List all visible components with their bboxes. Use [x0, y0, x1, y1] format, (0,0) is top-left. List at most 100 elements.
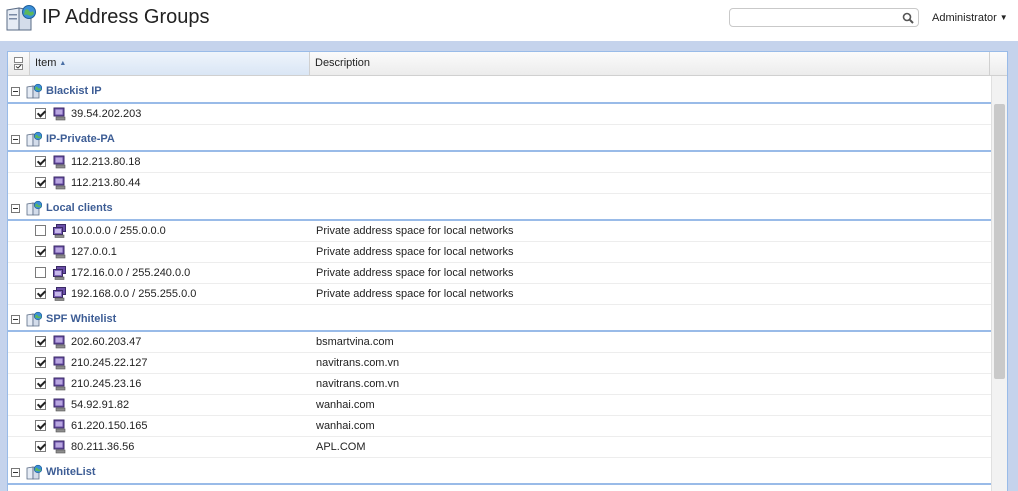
enabled-checkbox[interactable]	[35, 399, 46, 410]
ip-groups-grid: Item ▲ Description Blackist IP 39.54.202.2…	[7, 51, 1008, 491]
network-icon	[53, 287, 67, 301]
enabled-checkbox[interactable]	[35, 357, 46, 368]
column-header-description-label: Description	[315, 57, 371, 69]
computer-icon	[53, 155, 67, 169]
row-item: 112.213.80.18	[71, 156, 141, 168]
row-item: 127.0.0.1	[71, 246, 117, 258]
column-header-spacer	[990, 52, 1007, 75]
select-column-icon	[14, 57, 23, 70]
computer-icon	[53, 335, 67, 349]
enabled-checkbox[interactable]	[35, 378, 46, 389]
sort-ascending-icon: ▲	[59, 60, 67, 67]
table-row[interactable]: 127.0.0.1 Private address space for local…	[8, 242, 991, 263]
group-row[interactable]: Local clients	[8, 194, 991, 221]
vertical-scrollbar[interactable]	[991, 76, 1007, 491]
row-description: APL.COM	[316, 441, 366, 453]
ip-groups-book-icon	[6, 5, 36, 31]
computer-icon	[53, 356, 67, 370]
table-row[interactable]: 112.213.80.44	[8, 173, 991, 194]
row-description: wanhai.com	[316, 399, 375, 411]
table-row[interactable]: 202.60.203.47 bsmartvina.com	[8, 332, 991, 353]
chevron-down-icon: ▼	[999, 13, 1008, 22]
collapse-toggle-icon[interactable]	[11, 468, 20, 477]
enabled-checkbox[interactable]	[35, 156, 46, 167]
grid-rows: Blackist IP 39.54.202.203 IP-Private-PA 112…	[8, 77, 991, 485]
enabled-checkbox[interactable]	[35, 267, 46, 278]
ip-group-icon	[26, 200, 43, 216]
collapse-toggle-icon[interactable]	[11, 135, 20, 144]
computer-icon	[53, 419, 67, 433]
search-icon[interactable]	[902, 12, 914, 24]
row-item: 210.245.22.127	[71, 357, 148, 369]
ip-group-icon	[26, 83, 43, 99]
row-description: wanhai.com	[316, 420, 375, 432]
group-label[interactable]: Blackist IP	[46, 85, 102, 97]
row-item: 192.168.0.0 / 255.255.0.0	[71, 288, 197, 300]
group-row[interactable]: IP-Private-PA	[8, 125, 991, 152]
row-item: 202.60.203.47	[71, 336, 142, 348]
table-row[interactable]: 112.213.80.18	[8, 152, 991, 173]
enabled-checkbox[interactable]	[35, 336, 46, 347]
group-label[interactable]: WhiteList	[46, 466, 96, 478]
collapse-toggle-icon[interactable]	[11, 315, 20, 324]
computer-icon	[53, 398, 67, 412]
table-row[interactable]: 210.245.23.16 navitrans.com.vn	[8, 374, 991, 395]
enabled-checkbox[interactable]	[35, 246, 46, 257]
collapse-toggle-icon[interactable]	[11, 204, 20, 213]
group-row[interactable]: Blackist IP	[8, 77, 991, 104]
table-row[interactable]: 10.0.0.0 / 255.0.0.0 Private address spac…	[8, 221, 991, 242]
table-row[interactable]: 54.92.91.82 wanhai.com	[8, 395, 991, 416]
grid-header: Item ▲ Description	[8, 52, 1007, 76]
computer-icon	[53, 377, 67, 391]
group-label[interactable]: SPF Whitelist	[46, 313, 116, 325]
enabled-checkbox[interactable]	[35, 420, 46, 431]
row-description: Private address space for local networks	[316, 225, 514, 237]
row-item: 112.213.80.44	[71, 177, 141, 189]
row-description: Private address space for local networks	[316, 288, 514, 300]
computer-icon	[53, 440, 67, 454]
page-title: IP Address Groups	[42, 6, 210, 28]
row-item: 210.245.23.16	[71, 378, 142, 390]
table-row[interactable]: 192.168.0.0 / 255.255.0.0 Private address…	[8, 284, 991, 305]
column-header-item[interactable]: Item ▲	[30, 52, 310, 75]
ip-group-icon	[26, 131, 43, 147]
row-item: 54.92.91.82	[71, 399, 130, 411]
user-menu-label: Administrator	[932, 12, 997, 24]
content-frame: Item ▲ Description Blackist IP 39.54.202.2…	[0, 41, 1018, 491]
group-row[interactable]: WhiteList	[8, 458, 991, 485]
table-row[interactable]: 210.245.22.127 navitrans.com.vn	[8, 353, 991, 374]
computer-icon	[53, 107, 67, 121]
search-input[interactable]	[729, 8, 919, 27]
column-header-select[interactable]	[8, 52, 30, 75]
row-description: Private address space for local networks	[316, 246, 514, 258]
enabled-checkbox[interactable]	[35, 288, 46, 299]
enabled-checkbox[interactable]	[35, 441, 46, 452]
row-item: 80.211.36.56	[71, 441, 135, 453]
scrollbar-thumb[interactable]	[994, 104, 1005, 379]
row-item: 10.0.0.0 / 255.0.0.0	[71, 225, 166, 237]
row-description: navitrans.com.vn	[316, 357, 400, 369]
row-item: 172.16.0.0 / 255.240.0.0	[71, 267, 191, 279]
row-description: Private address space for local networks	[316, 267, 514, 279]
row-description: navitrans.com.vn	[316, 378, 400, 390]
group-label[interactable]: Local clients	[46, 202, 113, 214]
row-item: 61.220.150.165	[71, 420, 148, 432]
group-row[interactable]: SPF Whitelist	[8, 305, 991, 332]
ip-group-icon	[26, 311, 43, 327]
collapse-toggle-icon[interactable]	[11, 87, 20, 96]
table-row[interactable]: 39.54.202.203	[8, 104, 991, 125]
column-header-description[interactable]: Description	[310, 52, 990, 75]
enabled-checkbox[interactable]	[35, 225, 46, 236]
enabled-checkbox[interactable]	[35, 108, 46, 119]
table-row[interactable]: 80.211.36.56 APL.COM	[8, 437, 991, 458]
header: IP Address Groups Administrator ▼	[0, 0, 1018, 41]
network-icon	[53, 266, 67, 280]
table-row[interactable]: 61.220.150.165 wanhai.com	[8, 416, 991, 437]
group-label[interactable]: IP-Private-PA	[46, 133, 115, 145]
enabled-checkbox[interactable]	[35, 177, 46, 188]
user-menu[interactable]: Administrator ▼	[932, 12, 1008, 24]
row-description: bsmartvina.com	[316, 336, 394, 348]
network-icon	[53, 224, 67, 238]
ip-group-icon	[26, 464, 43, 480]
table-row[interactable]: 172.16.0.0 / 255.240.0.0 Private address …	[8, 263, 991, 284]
